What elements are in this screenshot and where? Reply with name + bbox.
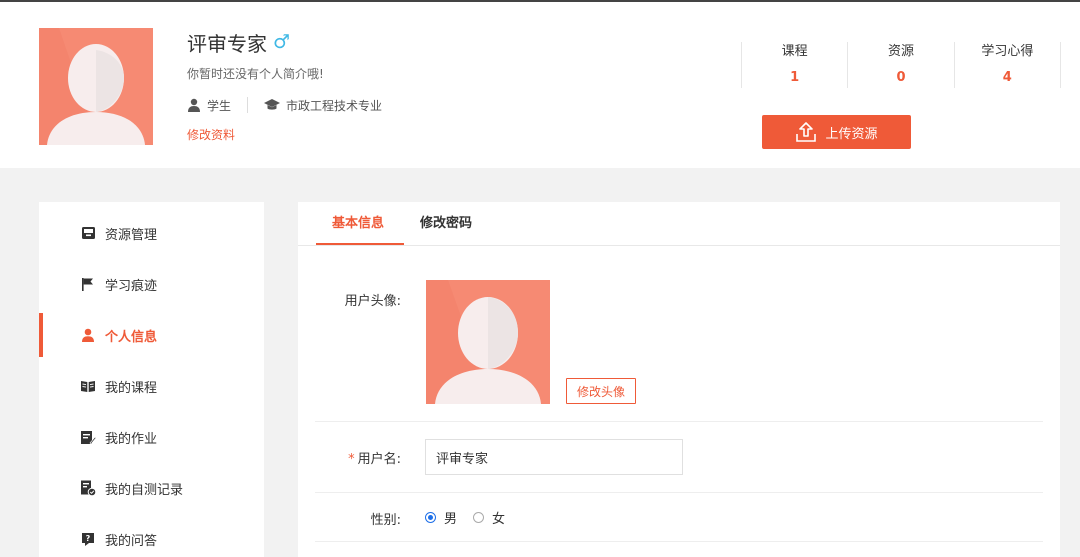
major-label: 市政工程技术专业 [286, 98, 383, 113]
gender-female-label[interactable]: 女 [492, 508, 505, 527]
user-icon [188, 98, 200, 112]
username-label-text: 用户名: [357, 452, 401, 467]
upload-label: 上传资源 [825, 126, 878, 142]
username-label: * 用户名: [311, 448, 401, 467]
inbox-icon [80, 225, 96, 241]
role-label: 学生 [207, 98, 232, 113]
change-avatar-button[interactable]: 修改头像 [566, 378, 636, 404]
gender-male-radio[interactable] [425, 511, 436, 523]
stat-value: 1 [790, 70, 800, 85]
user-meta: 学生 市政工程技术专业 [187, 96, 382, 114]
sidebar-item-label: 资源管理 [105, 227, 158, 243]
tab-change-password[interactable]: 修改密码 [420, 202, 472, 246]
sidebar-item-resources[interactable]: 资源管理 [39, 216, 264, 250]
gender-male-label[interactable]: 男 [444, 508, 457, 527]
sidebar-item-label: 我的问答 [105, 533, 158, 549]
svg-text:?: ? [86, 534, 91, 543]
sidebar-item-label: 我的作业 [105, 431, 158, 447]
graduation-cap-icon [264, 99, 281, 110]
row-divider [315, 421, 1043, 422]
sidebar-item-personal-info[interactable]: 个人信息 [39, 313, 264, 357]
gender-female-radio[interactable] [473, 511, 485, 523]
stat-label: 课程 [781, 44, 808, 59]
stat-courses[interactable]: 课程 1 [742, 42, 849, 88]
gender-radio-group: 男 女 [425, 508, 521, 527]
sidebar-item-my-courses[interactable]: 我的课程 [39, 369, 264, 403]
meta-divider [247, 97, 249, 113]
role-item: 学生 [187, 97, 231, 114]
sidebar-item-self-test-records[interactable]: 我的自测记录 [39, 471, 264, 505]
question-icon: ? [80, 531, 96, 547]
tab-bar: 基本信息 修改密码 [298, 202, 1060, 246]
stat-resources[interactable]: 资源 0 [848, 42, 955, 88]
stat-label: 学习心得 [981, 44, 1034, 59]
row-divider [315, 492, 1043, 493]
main-panel: 基本信息 修改密码 用户头像: 修改头像 * 用户名: 评审专家 性别: 男 女 [298, 202, 1060, 557]
stats-panel: 课程 1 资源 0 学习心得 4 [741, 42, 1061, 88]
stat-value: 4 [1002, 70, 1012, 85]
sidebar: 资源管理 学习痕迹 个人信息 我的课程 我的作业 我的自测记录 ? 我的问答 [39, 202, 264, 557]
user-icon [80, 327, 96, 343]
sidebar-item-my-homework[interactable]: 我的作业 [39, 420, 264, 454]
book-icon [80, 378, 96, 394]
sidebar-item-label: 学习痕迹 [105, 278, 158, 294]
edit-profile-link[interactable]: 修改资料 [187, 126, 235, 143]
sidebar-item-label: 个人信息 [105, 329, 158, 345]
user-name-row: 评审专家 ♂ [187, 28, 290, 56]
row-divider [315, 541, 1043, 542]
gender-label: 性别: [370, 513, 401, 528]
sidebar-item-study-trace[interactable]: 学习痕迹 [39, 267, 264, 301]
profile-avatar [39, 28, 153, 145]
username-input[interactable]: 评审专家 [425, 439, 683, 475]
user-avatar-image [426, 280, 550, 404]
homework-icon [80, 429, 96, 445]
user-intro: 你暂时还没有个人简介哦! [187, 67, 324, 81]
major-item: 市政工程技术专业 [264, 97, 382, 114]
male-icon: ♂ [273, 31, 291, 53]
tab-basic-info[interactable]: 基本信息 [332, 202, 384, 246]
stat-notes[interactable]: 学习心得 4 [955, 42, 1061, 88]
sidebar-item-my-qa[interactable]: ? 我的问答 [39, 522, 264, 556]
user-name: 评审专家 [187, 31, 267, 56]
active-tab-indicator [316, 243, 404, 245]
stat-label: 资源 [887, 44, 914, 59]
sidebar-item-label: 我的自测记录 [105, 482, 184, 498]
stat-value: 0 [896, 70, 906, 85]
sidebar-item-label: 我的课程 [105, 380, 158, 396]
avatar-label: 用户头像: [344, 294, 401, 309]
test-record-icon [80, 480, 96, 496]
profile-header: 评审专家 ♂ 你暂时还没有个人简介哦! 学生 市政工程技术专业 修改资料 课程 … [0, 2, 1080, 168]
upload-resource-button[interactable]: 上传资源 [762, 115, 911, 149]
flag-icon [80, 276, 96, 292]
upload-icon [796, 122, 817, 142]
required-mark: * [348, 452, 355, 467]
